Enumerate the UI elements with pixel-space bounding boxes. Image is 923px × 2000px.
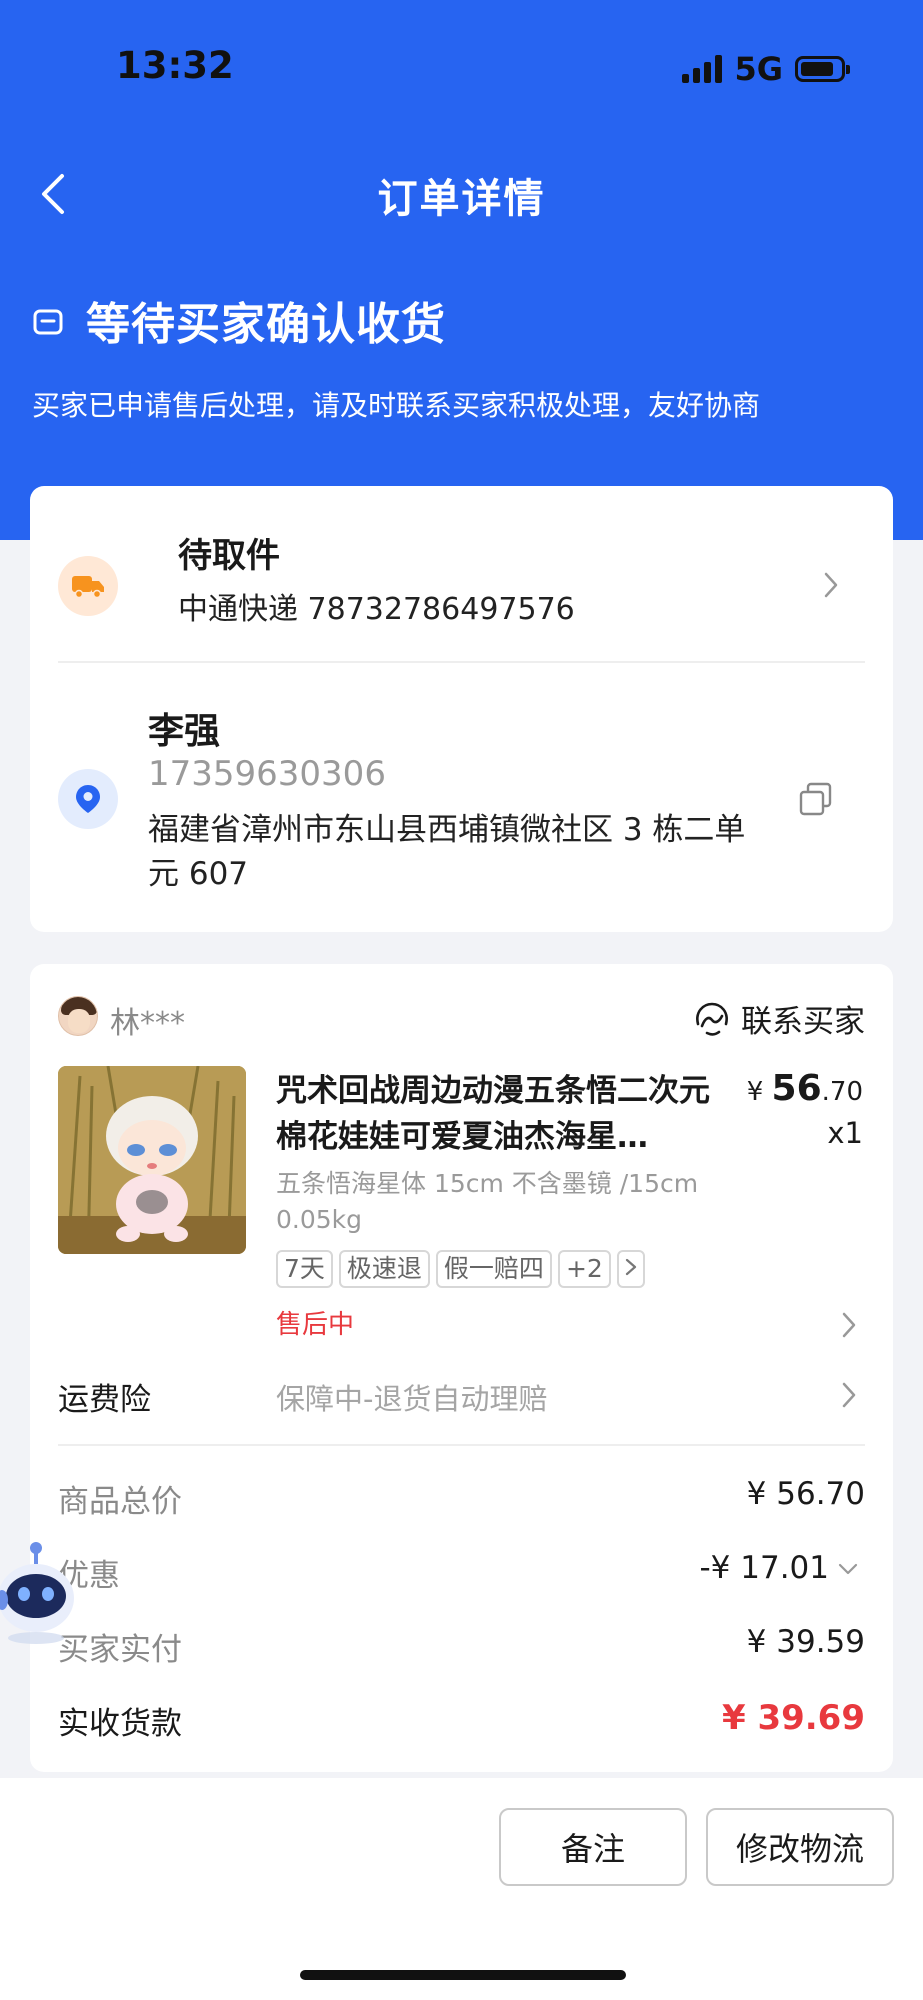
shipping-status: 待取件 <box>178 536 280 576</box>
order-status: 等待买家确认收货 <box>32 288 446 352</box>
goods-total-value: ¥ 56.70 <box>746 1476 865 1512</box>
buyer-paid-value: ¥ 39.59 <box>746 1624 865 1660</box>
product-image[interactable] <box>58 1066 246 1254</box>
tags-expand-button[interactable] <box>616 1250 645 1288</box>
status-icons: 5G <box>682 50 850 88</box>
chevron-right-icon <box>824 572 838 598</box>
buyer-name: 林*** <box>110 1006 185 1041</box>
buyer-row: 林*** 联系买家 <box>58 996 865 1041</box>
received-payment-value: ¥ 39.69 <box>721 1698 865 1738</box>
price-currency: ¥ <box>746 1077 764 1107</box>
service-tags[interactable]: 7天 极速退 假一赔四 +2 <box>276 1250 645 1288</box>
recipient-name: 李强 <box>148 711 221 752</box>
goods-total-label: 商品总价 <box>58 1484 182 1520</box>
shipping-row[interactable]: 待取件 中通快递 78732786497576 <box>58 510 865 680</box>
product-title[interactable]: 咒术回战周边动漫五条悟二次元棉花娃娃可爱夏油杰海星… <box>276 1068 716 1160</box>
headset-icon <box>696 1002 728 1036</box>
received-payment-row: 实收货款 ¥ 39.69 <box>58 1698 865 1742</box>
order-status-title: 等待买家确认收货 <box>86 299 446 350</box>
price-integer: 56 <box>771 1068 822 1109</box>
buyer-avatar <box>58 996 98 1036</box>
goods-total-row: 商品总价 ¥ 56.70 <box>58 1476 865 1520</box>
status-time: 13:32 <box>116 44 234 87</box>
tag-7day-return: 7天 <box>276 1250 333 1288</box>
note-button[interactable]: 备注 <box>499 1808 687 1886</box>
truck-icon <box>58 556 118 616</box>
assistant-robot-icon[interactable] <box>0 1540 80 1650</box>
modify-logistics-button[interactable]: 修改物流 <box>706 1808 894 1886</box>
discount-value: -¥ 17.01 <box>699 1550 829 1586</box>
divider <box>58 1444 865 1446</box>
chevron-down-icon <box>838 1563 858 1575</box>
chevron-right-icon <box>625 1258 636 1276</box>
after-sale-status[interactable]: 售后中 <box>276 1304 354 1341</box>
tracking-info: 中通快递 78732786497576 <box>178 592 575 627</box>
product-weight: 0.05kg <box>276 1205 363 1234</box>
signal-icon <box>682 55 723 83</box>
tag-more-count: +2 <box>557 1250 611 1288</box>
shipping-insurance-label: 运费险 <box>58 1382 151 1418</box>
tag-fast-refund: 极速退 <box>338 1250 430 1288</box>
chevron-right-icon[interactable] <box>839 1310 859 1340</box>
home-indicator <box>300 1970 626 1980</box>
discount-row[interactable]: 优惠 -¥ 17.01 <box>58 1550 865 1594</box>
received-payment-label: 实收货款 <box>58 1706 182 1742</box>
contact-buyer-label: 联系买家 <box>741 1004 865 1040</box>
shipping-address-card: 待取件 中通快递 78732786497576 李强 17359630306 福… <box>30 486 893 932</box>
recipient-phone: 17359630306 <box>148 754 386 794</box>
package-icon <box>33 309 63 335</box>
page-title: 订单详情 <box>377 176 546 222</box>
order-info-card: 林*** 联系买家 咒术回战周边动漫五条悟二次元棉花娃娃可爱夏油杰海星… ¥ 5… <box>30 964 893 1772</box>
price-decimal: .70 <box>821 1077 863 1107</box>
divider <box>58 661 865 663</box>
network-type: 5G <box>734 50 783 88</box>
tag-fake-compensation: 假一赔四 <box>435 1250 552 1288</box>
product-quantity: x1 <box>827 1116 863 1150</box>
product-spec-line: 五条悟海星体 15cm 不含墨镜 /15cm <box>276 1169 699 1198</box>
product-price: ¥ 56.70 <box>747 1068 863 1109</box>
product-spec: 五条悟海星体 15cm 不含墨镜 /15cm 0.05kg <box>276 1166 716 1238</box>
contact-buyer-button[interactable]: 联系买家 <box>693 996 865 1041</box>
battery-icon <box>795 56 850 82</box>
order-status-subtitle: 买家已申请售后处理，请及时联系买家积极处理，友好协商 <box>32 389 761 422</box>
shipping-insurance-value[interactable]: 保障中-退货自动理赔 <box>276 1376 547 1418</box>
recipient-address: 福建省漳州市东山县西埔镇微社区 3 栋二单元 607 <box>148 812 746 892</box>
buyer-paid-row: 买家实付 ¥ 39.59 <box>58 1624 865 1668</box>
location-pin-icon <box>58 769 118 829</box>
chevron-right-icon[interactable] <box>839 1380 859 1410</box>
copy-icon[interactable] <box>799 782 833 816</box>
